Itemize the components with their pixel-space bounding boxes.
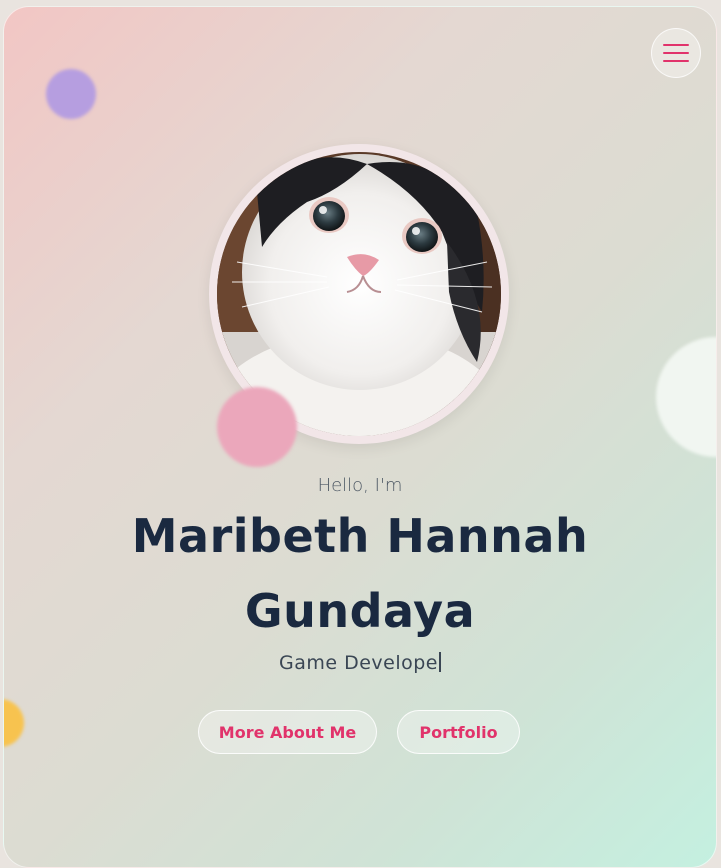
name-heading-line-2: Gundaya [244, 584, 476, 638]
typing-cursor [439, 652, 441, 672]
role-typewriter: Game Develope [4, 652, 716, 674]
role-text: Game Develope [278, 652, 438, 674]
decorative-orange-blob [4, 699, 24, 747]
menu-button[interactable] [651, 28, 701, 78]
portfolio-button[interactable]: Portfolio [397, 710, 520, 754]
decorative-pink-blob [217, 387, 297, 467]
decorative-purple-blob [46, 69, 96, 119]
more-about-me-button[interactable]: More About Me [198, 710, 377, 754]
hamburger-menu-icon [663, 44, 689, 62]
decorative-white-blob [656, 337, 716, 457]
hero-card: Hello, I'm Maribeth Hannah Gundaya Game … [3, 6, 717, 868]
greeting-text: Hello, I'm [317, 475, 403, 496]
name-heading-line-1: Maribeth Hannah [131, 509, 589, 563]
